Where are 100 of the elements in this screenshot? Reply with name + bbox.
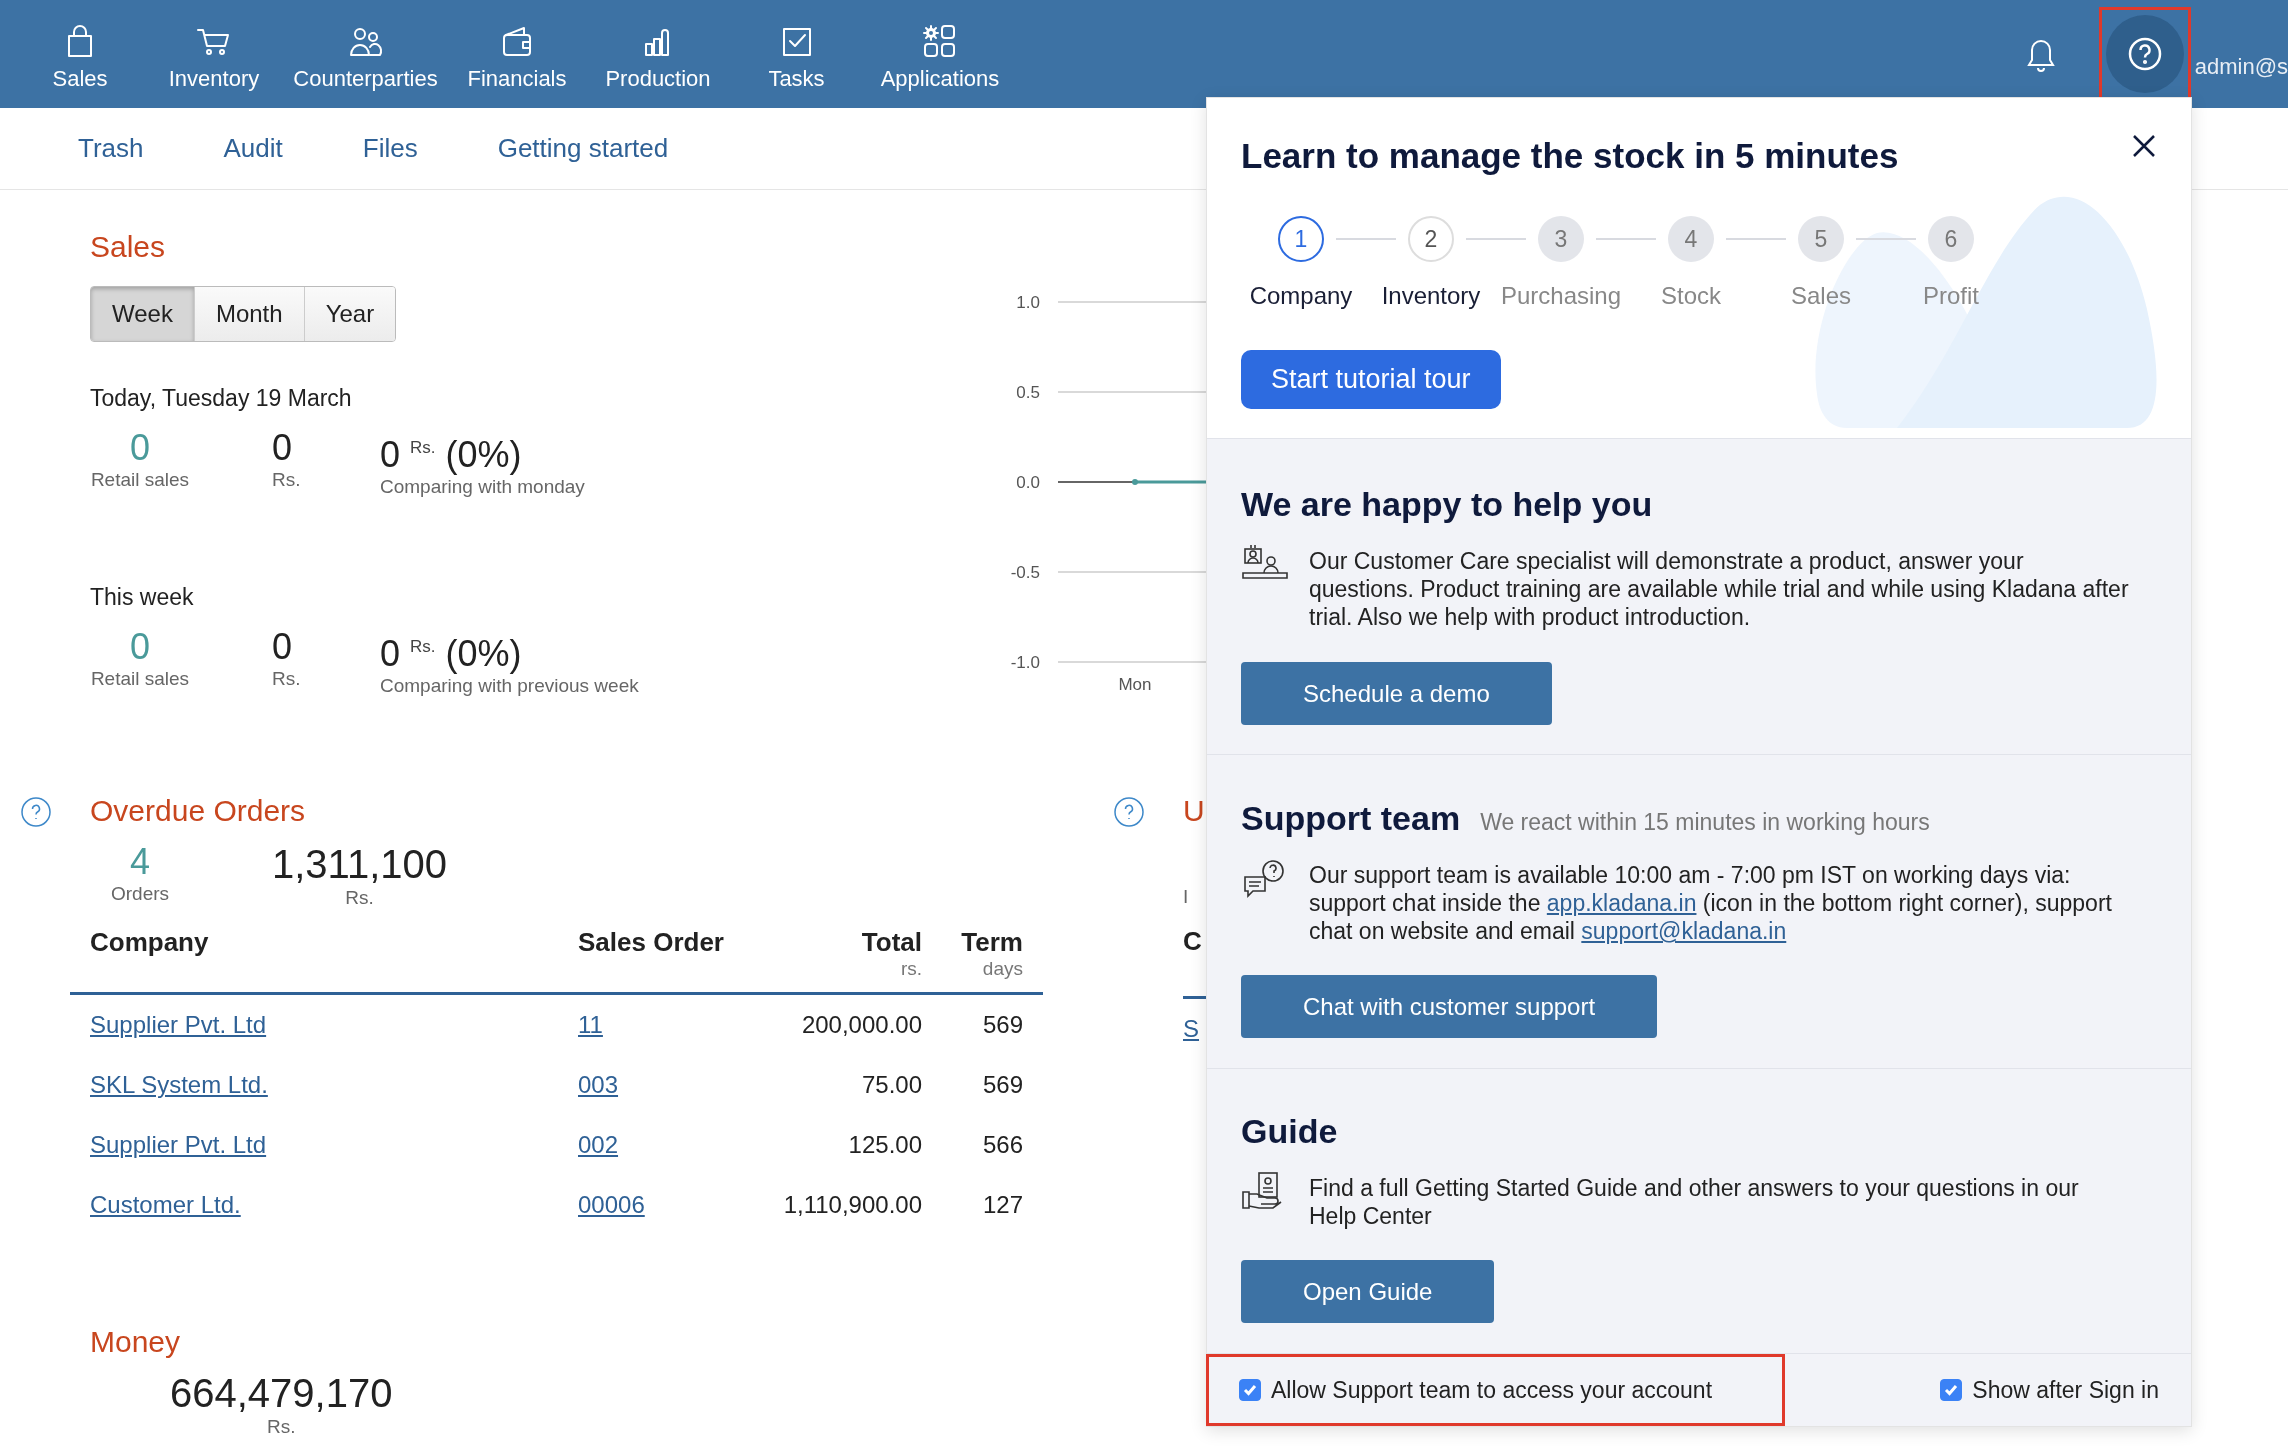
column-header: Sales Order — [578, 926, 725, 958]
checkmark-icon — [1943, 1382, 1960, 1398]
step-label: Stock — [1661, 282, 1721, 310]
change-value: 0 $^{Rs.}$ (0%) — [380, 433, 523, 475]
stat-label: Comparing with previous week — [380, 674, 640, 698]
period-button[interactable]: Week — [91, 287, 194, 341]
section-button[interactable]: Open Guide — [1241, 1260, 1495, 1323]
column-header: Company — [90, 926, 210, 958]
order-link[interactable]: 003 — [578, 1071, 619, 1099]
orders-count: 4 — [130, 842, 150, 882]
section-title: Sales — [90, 230, 167, 264]
sub-nav-link[interactable]: Files — [362, 133, 418, 164]
step-label: Company — [1249, 282, 1353, 310]
amount-value: 0 — [272, 627, 294, 667]
table-cell: 569 — [982, 1011, 1023, 1039]
axis-label: -0.5 — [1010, 563, 1040, 582]
checkmark-icon — [1242, 1382, 1258, 1398]
chart-point — [1132, 479, 1138, 485]
sub-nav-link[interactable]: Audit — [223, 133, 283, 164]
table-cell: 125.00 — [848, 1131, 922, 1159]
axis-label: 1.0 — [1016, 293, 1040, 312]
company-link[interactable]: S — [1183, 1015, 1199, 1042]
section-text: Our support team is available 10:00 am - 7:00 pm IST on working days via: support chat inside the app.kladana.in (icon in the bottom right corner), support chat on website and email support@kladana.in — [1309, 861, 2113, 945]
column-unit: days — [982, 958, 1023, 980]
order-link[interactable]: 002 — [578, 1131, 619, 1159]
stat-label: Comparing with monday — [380, 475, 586, 499]
section-title: We are happy to help you — [1241, 484, 1653, 524]
section-text: Find a full Getting Started Guide and other answers to your questions in our Help Center — [1309, 1174, 2080, 1230]
step-label: Purchasing — [1500, 282, 1622, 310]
stat-label: Rs. — [266, 1415, 296, 1439]
column-header: Term — [961, 926, 1023, 958]
table-cell: 127 — [982, 1191, 1023, 1219]
section-title: Support team — [1241, 798, 1461, 838]
nav-item[interactable]: Tasks — [726, 15, 867, 93]
nav-item[interactable]: Production — [590, 15, 726, 93]
section-title: U — [1183, 794, 1206, 828]
section-subtitle: We react within 15 minutes in working hours — [1480, 809, 1930, 836]
company-link[interactable]: SKL System Ltd. — [90, 1071, 268, 1099]
axis-label: 0.0 — [1016, 473, 1040, 492]
column-header: Total — [861, 926, 922, 958]
nav-item[interactable]: Inventory — [141, 15, 287, 93]
section-button[interactable]: Chat with customer support — [1241, 975, 1658, 1038]
step-label: Sales — [1790, 282, 1851, 310]
section-text: Our Customer Care specialist will demonstrate a product, answer your questions. Product training are available while trial and while using Kladana after trial. Also we help with product introduction. — [1309, 547, 2129, 631]
checkbox[interactable] — [1239, 1379, 1261, 1401]
axis-label: -1.0 — [1010, 653, 1040, 672]
tour-button[interactable]: Start tutorial tour — [1241, 350, 1501, 409]
retail-count: 0 — [130, 627, 150, 667]
chart-line — [1135, 480, 1206, 484]
nav-item[interactable]: Sales — [19, 15, 141, 93]
period-heading: This week — [90, 583, 195, 611]
table-cell: 75.00 — [861, 1071, 922, 1099]
text-link[interactable]: support@kladana.in — [1581, 918, 1787, 944]
column-unit: rs. — [900, 958, 922, 980]
step-number[interactable]: 1 — [1278, 216, 1324, 262]
checkbox[interactable] — [1940, 1379, 1963, 1401]
column-header: C — [1183, 925, 1203, 957]
help-icon[interactable] — [20, 796, 52, 828]
company-link[interactable]: Supplier Pvt. Ltd — [90, 1011, 267, 1039]
section-title: Money — [90, 1325, 182, 1359]
period-button[interactable]: Year — [303, 287, 396, 341]
order-link[interactable]: 00006 — [578, 1191, 645, 1219]
nav-item[interactable]: Financials — [444, 15, 590, 93]
period-button[interactable]: Month — [193, 287, 304, 341]
text-link[interactable]: app.kladana.in — [1546, 890, 1697, 916]
step-label: Inventory — [1381, 282, 1481, 310]
section-button[interactable]: Schedule a demo — [1241, 662, 1552, 725]
nav-item[interactable]: Counterparties — [287, 15, 444, 93]
section-title: Overdue Orders — [90, 794, 307, 828]
amount-value: 1,311,100 — [272, 842, 447, 886]
change-value: 0 $^{Rs.}$ (0%) — [380, 632, 523, 674]
section-title: Guide — [1241, 1111, 1338, 1151]
stat-label: Rs. — [345, 886, 374, 910]
table-cell: 569 — [982, 1071, 1023, 1099]
retail-count: 0 — [130, 428, 150, 468]
order-link[interactable]: 11 — [578, 1011, 603, 1039]
nav-item[interactable]: Applications — [867, 15, 1013, 93]
stat-label: Rs. — [272, 468, 302, 492]
amount-value: 664,479,170 — [170, 1371, 393, 1415]
company-link[interactable]: Supplier Pvt. Ltd — [90, 1131, 267, 1159]
stat-label: I — [1183, 885, 1190, 909]
sub-nav-link[interactable]: Getting started — [497, 133, 669, 164]
table-cell: 1,110,900.00 — [783, 1191, 922, 1219]
stat-label: Rs. — [272, 667, 302, 691]
step-number[interactable]: 2 — [1408, 216, 1454, 262]
sub-nav-link[interactable]: Trash — [78, 133, 144, 164]
step-label: Profit — [1923, 282, 1979, 310]
help-icon[interactable] — [1113, 796, 1145, 828]
axis-label: 0.5 — [1016, 383, 1040, 402]
period-heading: Today, Tuesday 19 March — [90, 384, 353, 412]
company-link[interactable]: Customer Ltd. — [90, 1191, 241, 1219]
stat-label: Retail sales — [90, 667, 190, 691]
panel-title: Learn to manage the stock in 5 minutes — [1241, 136, 1899, 176]
table-cell: 566 — [982, 1131, 1023, 1159]
table-cell: 200,000.00 — [801, 1011, 922, 1039]
stat-label: Orders — [110, 882, 170, 906]
amount-value: 0 — [272, 428, 294, 468]
stat-label: Retail sales — [90, 468, 190, 492]
user-name[interactable]: admin@s — [2194, 54, 2288, 80]
axis-label: Mon — [1118, 675, 1152, 694]
